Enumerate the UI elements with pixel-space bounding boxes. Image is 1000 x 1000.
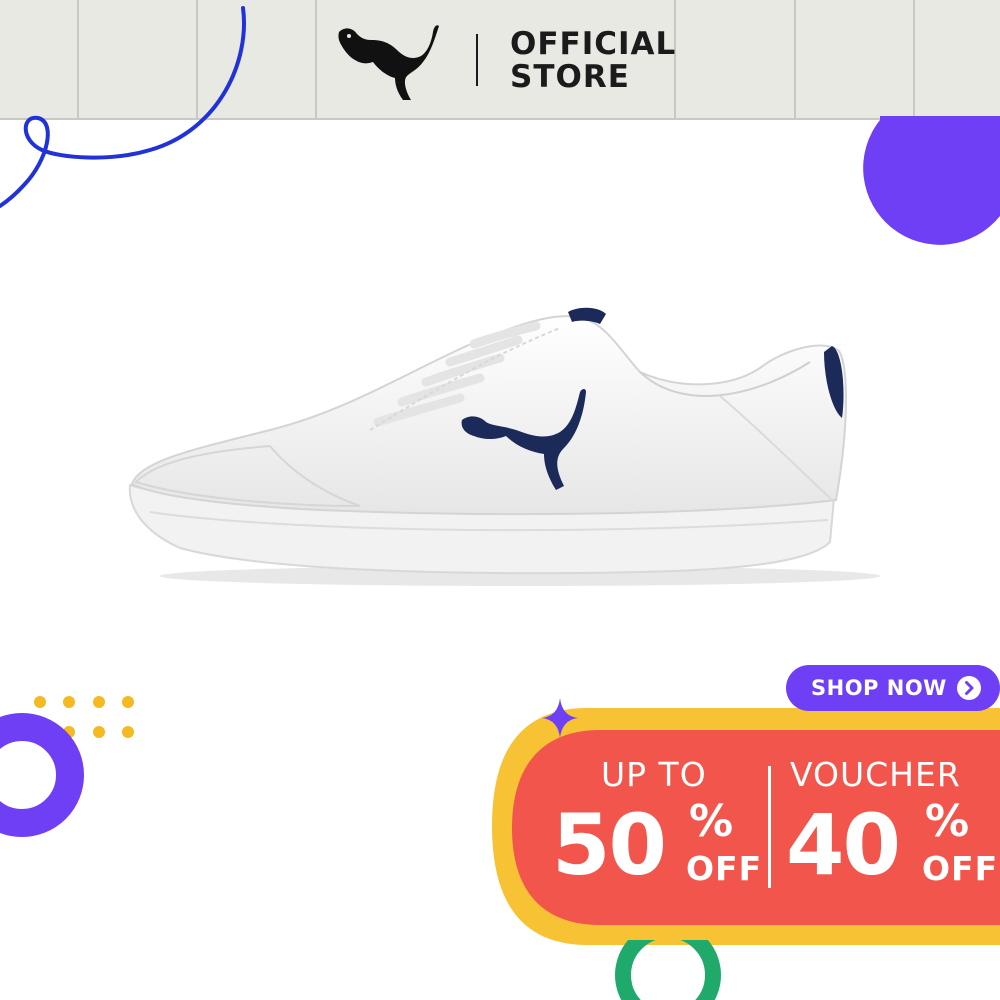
green-ring-bottom (615, 940, 721, 1000)
shop-now-label: SHOP NOW (811, 676, 947, 700)
chevron-right-circle-icon (957, 676, 981, 700)
purple-sparkle (542, 698, 578, 738)
purple-ring-left (0, 713, 84, 837)
brand-separator (476, 34, 478, 86)
brand-lockup: OFFICIAL STORE (335, 20, 675, 100)
yellow-dot-grid (34, 696, 134, 738)
product-sneaker-image (128, 307, 880, 586)
official-store-label: OFFICIAL STORE (510, 28, 676, 94)
voucher-label: VOUCHER (790, 755, 961, 794)
promo-divider (768, 766, 771, 888)
puma-cat-logo-icon (338, 25, 439, 100)
shop-now-button[interactable]: SHOP NOW (786, 665, 1000, 711)
up-to-label: UP TO (601, 755, 707, 794)
percent-sign-left: % (689, 796, 734, 847)
discount-value-left: 50 (552, 796, 667, 894)
store-line-2: STORE (510, 59, 630, 95)
store-header: OFFICIAL STORE (0, 0, 1000, 120)
percent-sign-right: % (925, 796, 970, 847)
promo-canvas: OFFICIAL STORE SHOP NOW UP TO VOUCHER 50… (0, 0, 1000, 1000)
store-line-1: OFFICIAL (510, 26, 677, 62)
off-label-right: OFF (922, 849, 999, 888)
purple-half-circle-top (863, 116, 1000, 245)
discount-value-right: 40 (786, 796, 901, 894)
off-label-left: OFF (686, 849, 763, 888)
